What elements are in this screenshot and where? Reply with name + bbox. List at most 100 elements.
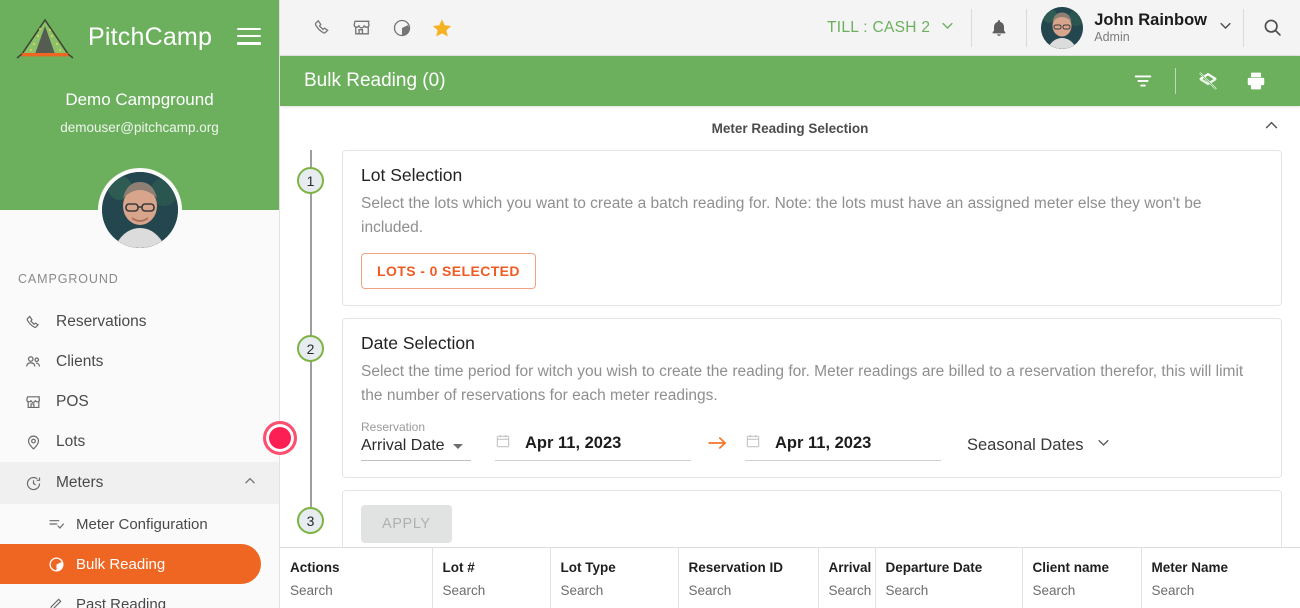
- filter-icon[interactable]: [1119, 61, 1167, 101]
- top-bar: TILL : CASH 2 John Rainbow Admin: [280, 0, 1300, 56]
- lots-selected-button[interactable]: LOTS - 0 SELECTED: [361, 253, 536, 290]
- sidebar-item-label: Meters: [56, 474, 104, 491]
- card-description: Select the time period for witch you wis…: [361, 363, 1244, 405]
- end-date-field[interactable]: Apr 11, 2023: [745, 433, 941, 462]
- sidebar: PitchCamp Demo Campground demouser@pitch…: [0, 0, 280, 608]
- sidebar-item-label: Reservations: [56, 313, 147, 330]
- brand-name: PitchCamp: [88, 22, 213, 51]
- sidebar-item-past-reading[interactable]: Past Reading: [0, 584, 279, 608]
- table-header-cell[interactable]: Actions: [280, 548, 433, 579]
- table-header-cell[interactable]: Arrival Date: [818, 548, 876, 579]
- step-number: 3: [297, 507, 324, 535]
- stepper: 1 Lot Selection Select the lots which yo…: [280, 150, 1300, 570]
- layers-off-icon[interactable]: [1184, 61, 1232, 101]
- page-title-bar: Bulk Reading (0): [280, 56, 1300, 106]
- column-header-label: Lot Type: [560, 560, 616, 575]
- column-header-label: Meter Name: [1151, 560, 1229, 575]
- print-icon[interactable]: [1232, 61, 1280, 101]
- list-check-icon: [46, 513, 66, 535]
- reservation-value: Arrival Date: [361, 437, 445, 455]
- gauge-icon: [46, 553, 66, 575]
- user-menu[interactable]: John Rainbow Admin: [1027, 6, 1243, 49]
- table-search-row: Search Search Search Search Search Searc…: [280, 579, 1300, 608]
- star-icon[interactable]: [422, 8, 462, 48]
- column-header-label: Arrival Date: [828, 560, 875, 575]
- chevron-up-icon[interactable]: [243, 474, 257, 493]
- notification-bell-icon[interactable]: [972, 18, 1026, 38]
- user-name: John Rainbow: [1094, 10, 1207, 29]
- column-search-input[interactable]: Search: [1141, 579, 1300, 608]
- column-search-input[interactable]: Search: [432, 579, 551, 608]
- step-gutter: 1: [280, 150, 342, 319]
- column-header-label: Client name: [1032, 560, 1110, 575]
- gauge-icon[interactable]: [382, 8, 422, 48]
- card-title: Date Selection: [361, 333, 475, 354]
- sidebar-item-clients[interactable]: Clients: [0, 342, 279, 382]
- date-selection-card: Date Selection Select the time period fo…: [342, 318, 1282, 479]
- avatar: [1041, 6, 1084, 49]
- clock-icon: [22, 472, 44, 494]
- phone-icon[interactable]: [302, 8, 342, 48]
- avatar-image: [101, 172, 178, 248]
- sidebar-item-label: Clients: [56, 353, 104, 370]
- column-header-label: Lot #: [442, 560, 475, 575]
- table: Actions Lot # Lot Type Reservation ID Ar…: [280, 548, 1300, 608]
- step-number: 1: [297, 167, 324, 194]
- sidebar-item-label: Past Reading: [76, 595, 167, 608]
- chevron-down-icon: [1218, 18, 1233, 38]
- main-area: TILL : CASH 2 John Rainbow Admin Bulk Re…: [280, 0, 1300, 608]
- till-label: TILL : CASH 2: [827, 18, 931, 36]
- chevron-up-icon[interactable]: [1263, 117, 1280, 139]
- chevron-down-icon: [940, 18, 955, 38]
- apply-button[interactable]: APPLY: [361, 505, 452, 544]
- table-header-cell[interactable]: Client name: [1022, 548, 1142, 579]
- sidebar-item-label: POS: [56, 393, 89, 410]
- column-search-input[interactable]: Search: [875, 579, 1023, 608]
- reservation-type-select[interactable]: Reservation Arrival Date: [361, 420, 471, 462]
- start-date-field[interactable]: Apr 11, 2023: [495, 433, 691, 462]
- sidebar-item-bulk-reading[interactable]: Bulk Reading: [0, 544, 261, 584]
- user-role: Admin: [1094, 29, 1130, 44]
- tent-icon: [14, 14, 76, 60]
- store-icon: [22, 391, 44, 413]
- seasonal-dates-label: Seasonal Dates: [967, 435, 1084, 454]
- campground-name: Demo Campground: [65, 90, 214, 109]
- calendar-icon: [745, 433, 761, 454]
- column-search-input[interactable]: Search: [280, 579, 433, 608]
- sidebar-item-meter-configuration[interactable]: Meter Configuration: [0, 504, 279, 544]
- end-date-row: Apr 11, 2023: [745, 433, 941, 462]
- table-header-cell[interactable]: Departure Date: [875, 548, 1023, 579]
- sidebar-item-label: Bulk Reading: [76, 555, 166, 573]
- store-icon[interactable]: [342, 8, 382, 48]
- chevron-down-icon: [1096, 435, 1111, 455]
- step-2: 2 Date Selection Select the time period …: [280, 318, 1282, 491]
- column-search-input[interactable]: Search: [678, 579, 819, 608]
- start-date-value: Apr 11, 2023: [525, 434, 622, 453]
- table-header-cell[interactable]: Meter Name: [1141, 548, 1300, 579]
- column-search-input[interactable]: Search: [550, 579, 679, 608]
- avatar[interactable]: [97, 168, 182, 252]
- reservation-label: Reservation: [361, 420, 426, 435]
- lot-selection-card: Lot Selection Select the lots which you …: [342, 150, 1282, 307]
- sidebar-item-reservations[interactable]: Reservations: [0, 302, 279, 342]
- sidebar-item-meters[interactable]: Meters: [0, 462, 279, 504]
- table-header-row: Actions Lot # Lot Type Reservation ID Ar…: [280, 548, 1300, 579]
- column-search-input[interactable]: Search: [1022, 579, 1142, 608]
- sidebar-item-lots[interactable]: Lots: [0, 422, 279, 462]
- hamburger-icon[interactable]: [237, 28, 261, 46]
- panel-title: Meter Reading Selection: [711, 120, 869, 136]
- table-header-cell[interactable]: Lot Type: [550, 548, 679, 579]
- table-header-cell[interactable]: Lot #: [432, 548, 551, 579]
- till-selector[interactable]: TILL : CASH 2: [827, 18, 971, 38]
- table-header-cell[interactable]: Reservation ID: [678, 548, 819, 579]
- reservation-value-row: Arrival Date: [361, 437, 471, 462]
- search-icon[interactable]: [1244, 17, 1300, 38]
- sidebar-item-pos[interactable]: POS: [0, 382, 279, 422]
- column-search-input[interactable]: Search: [818, 579, 876, 608]
- step-number: 2: [297, 335, 324, 363]
- user-email: demouser@pitchcamp.org: [60, 120, 219, 135]
- app-root: PitchCamp Demo Campground demouser@pitch…: [0, 0, 1300, 608]
- caret-down-icon: [452, 443, 463, 449]
- seasonal-dates-select[interactable]: Seasonal Dates: [967, 435, 1111, 461]
- column-header-label: Actions: [290, 560, 340, 575]
